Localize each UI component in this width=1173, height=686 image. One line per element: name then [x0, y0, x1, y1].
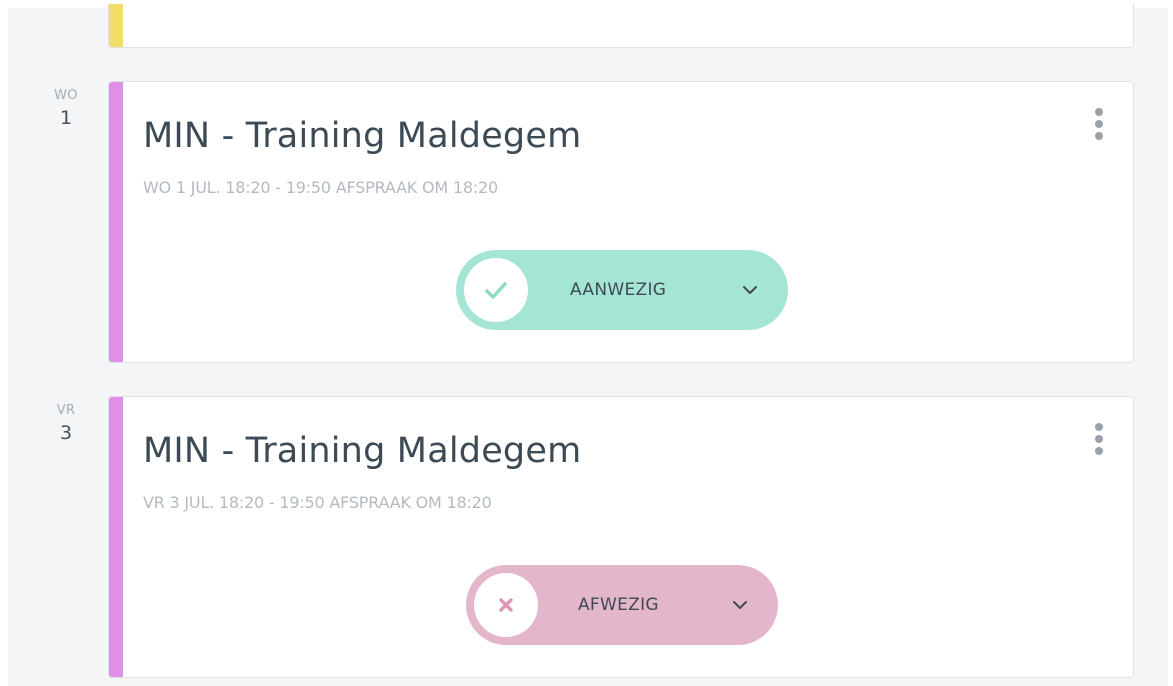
event-card[interactable]: MIN - Training Maldegem VR 3 JUL. 18:20 … [108, 396, 1134, 678]
chevron-down-icon [742, 250, 758, 330]
event-color-bar [109, 397, 123, 677]
attendance-status-label: AFWEZIG [578, 595, 659, 615]
event-title: MIN - Training Maldegem [143, 116, 582, 156]
close-icon [474, 573, 538, 637]
event-color-bar [109, 82, 123, 362]
agenda-list: WO 1 MIN - Training Maldegem WO 1 JUL. 1… [8, 4, 1168, 686]
event-date: VR 3 [38, 403, 94, 444]
more-options-icon[interactable] [1093, 423, 1105, 459]
attendance-dropdown[interactable]: AFWEZIG [466, 565, 778, 645]
attendance-dropdown[interactable]: AANWEZIG [456, 250, 788, 330]
check-icon [464, 258, 528, 322]
event-title: MIN - Training Maldegem [143, 431, 582, 471]
event-card[interactable]: MIN - Training Maldegem WO 1 JUL. 18:20 … [108, 81, 1134, 363]
event-card-previous[interactable] [108, 4, 1134, 48]
event-time: WO 1 JUL. 18:20 - 19:50 AFSPRAAK OM 18:2… [143, 178, 498, 197]
event-day-of-week: WO [54, 88, 78, 103]
event-date: WO 1 [38, 88, 94, 129]
event-day-number: 1 [59, 107, 73, 129]
attendance-status-label: AANWEZIG [570, 280, 667, 300]
event-day-of-week: VR [56, 403, 76, 418]
chevron-down-icon [732, 565, 748, 645]
event-time: VR 3 JUL. 18:20 - 19:50 AFSPRAAK OM 18:2… [143, 493, 492, 512]
event-day-number: 3 [59, 422, 73, 444]
more-options-icon[interactable] [1093, 108, 1105, 144]
event-color-bar [109, 4, 123, 47]
